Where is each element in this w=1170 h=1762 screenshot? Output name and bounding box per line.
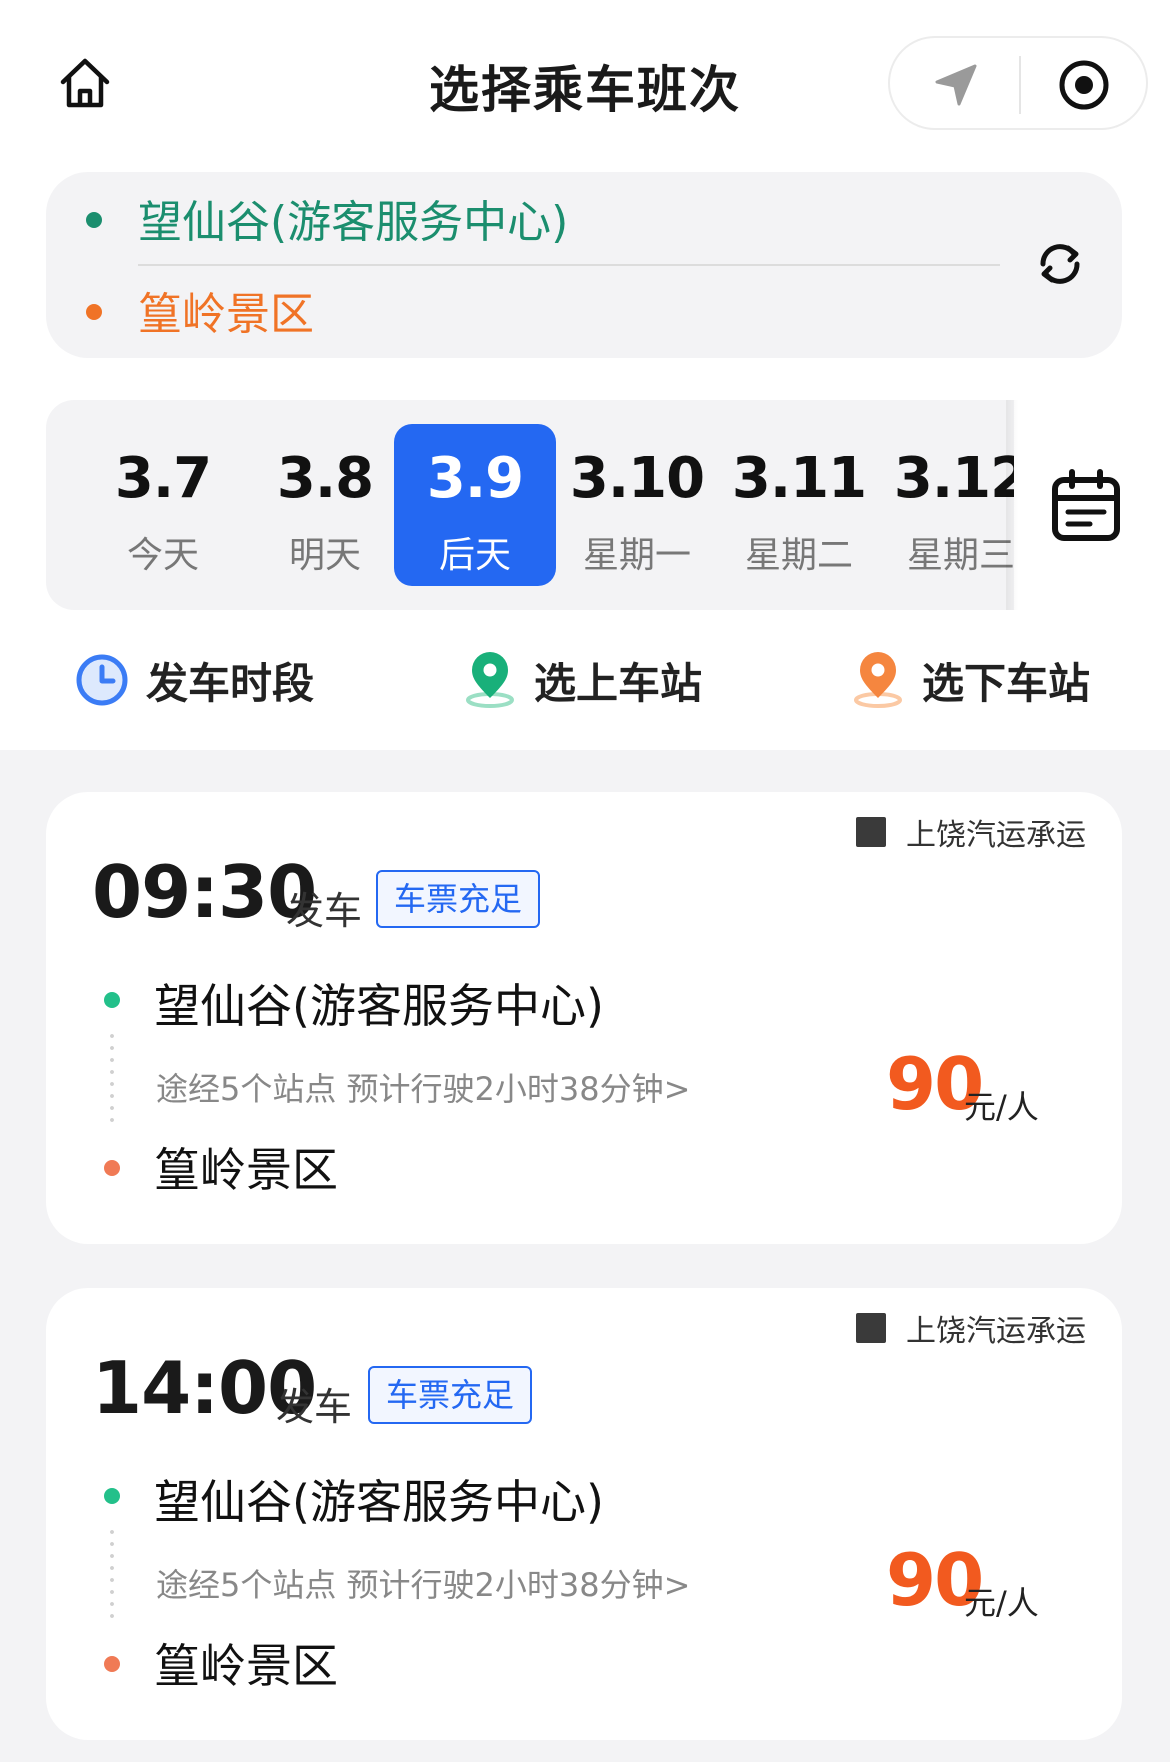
origin-dot (104, 992, 120, 1008)
destination-dot (104, 1656, 120, 1672)
date-number: 3.7 (114, 446, 212, 511)
date-item-selected[interactable]: 3.9 后天 (394, 424, 556, 586)
ticket-status-badge: 车票充足 (368, 1366, 533, 1424)
route-divider (138, 264, 1000, 266)
trip-via-info[interactable]: 途经5个站点 预计行驶2小时38分钟> (156, 1560, 690, 1606)
filter-label: 选下车站 (922, 658, 1091, 708)
price-unit: 元/人 (964, 1584, 1039, 1622)
operator-seal-icon (856, 817, 886, 847)
date-item[interactable]: 3.8 明天 (244, 424, 406, 586)
destination-dot (104, 1160, 120, 1176)
departure-time: 09:30 (92, 850, 317, 934)
date-number: 3.8 (276, 446, 374, 511)
operator-name: 上饶汽运承运 (906, 818, 1086, 853)
date-item[interactable]: 3.10 星期一 (556, 424, 718, 586)
origin-dot (86, 212, 102, 228)
close-miniprogram-button[interactable] (1054, 55, 1114, 115)
filter-bar: 发车时段 选上车站 选下车站 (0, 640, 1170, 720)
date-number: 3.11 (731, 446, 867, 511)
navigation-arrow-icon (935, 64, 977, 106)
filter-label: 发车时段 (146, 658, 315, 708)
trip-origin: 望仙谷(游客服务中心) (154, 979, 604, 1033)
departure-label: 发车 (276, 1385, 353, 1429)
calendar-icon (1052, 469, 1120, 541)
date-scroll-shadow (1006, 400, 1018, 610)
pickup-station-filter[interactable]: 选上车站 (460, 640, 702, 720)
dropoff-station-filter[interactable]: 选下车站 (848, 640, 1090, 720)
pickup-location-icon (466, 652, 514, 708)
date-label: 星期三 (906, 535, 1014, 576)
destination-dot (86, 304, 102, 320)
clock-icon (76, 654, 128, 706)
date-item[interactable]: 3.11 星期二 (718, 424, 880, 586)
operator-info: 上饶汽运承运 (856, 1306, 1086, 1350)
date-number: 3.10 (569, 446, 705, 511)
date-item[interactable]: 3.12 星期三 (880, 424, 1014, 586)
operator-name: 上饶汽运承运 (906, 1314, 1086, 1349)
mini-program-capsule (888, 36, 1148, 130)
departure-time-filter[interactable]: 发车时段 (72, 640, 314, 720)
origin-dot (104, 1488, 120, 1504)
target-icon (1059, 60, 1109, 110)
dropoff-location-icon (854, 652, 902, 708)
date-label: 今天 (126, 535, 199, 576)
route-connector (110, 1526, 114, 1622)
destination-station[interactable]: 篁岭景区 (138, 278, 314, 342)
date-item[interactable]: 3.7 今天 (82, 424, 244, 586)
ticket-status-badge: 车票充足 (376, 870, 541, 928)
swap-route-button[interactable] (1030, 234, 1090, 294)
price-unit: 元/人 (964, 1088, 1039, 1126)
departure-label: 发车 (286, 889, 363, 933)
filter-label: 选上车站 (534, 658, 703, 708)
trip-via-info[interactable]: 途经5个站点 预计行驶2小时38分钟> (156, 1064, 690, 1110)
location-button[interactable] (926, 55, 986, 115)
capsule-divider (1019, 56, 1021, 114)
route-connector (110, 1030, 114, 1126)
date-selector: 3.7 今天 3.8 明天 3.9 后天 3.10 星期一 3.11 星期二 3… (46, 400, 1014, 610)
trip-card[interactable]: 上饶汽运承运 14:00 发车 车票充足 望仙谷(游客服务中心) 途经5个站点 … (46, 1288, 1122, 1740)
operator-seal-icon (856, 1313, 886, 1343)
date-number: 3.12 (893, 446, 1014, 511)
operator-info: 上饶汽运承运 (856, 810, 1086, 854)
route-selector[interactable]: 望仙谷(游客服务中心) 篁岭景区 (46, 172, 1122, 358)
date-label: 后天 (438, 535, 511, 576)
swap-refresh-icon (1040, 244, 1080, 284)
trip-origin: 望仙谷(游客服务中心) (154, 1475, 604, 1529)
date-label: 明天 (288, 535, 361, 576)
date-number: 3.9 (426, 446, 524, 511)
calendar-button[interactable] (1048, 466, 1124, 546)
date-label: 星期一 (582, 535, 691, 576)
trip-destination: 篁岭景区 (154, 1639, 338, 1693)
date-label: 星期二 (744, 535, 853, 576)
origin-station[interactable]: 望仙谷(游客服务中心) (138, 186, 568, 250)
trip-destination: 篁岭景区 (154, 1143, 338, 1197)
trip-card[interactable]: 上饶汽运承运 09:30 发车 车票充足 望仙谷(游客服务中心) 途经5个站点 … (46, 792, 1122, 1244)
